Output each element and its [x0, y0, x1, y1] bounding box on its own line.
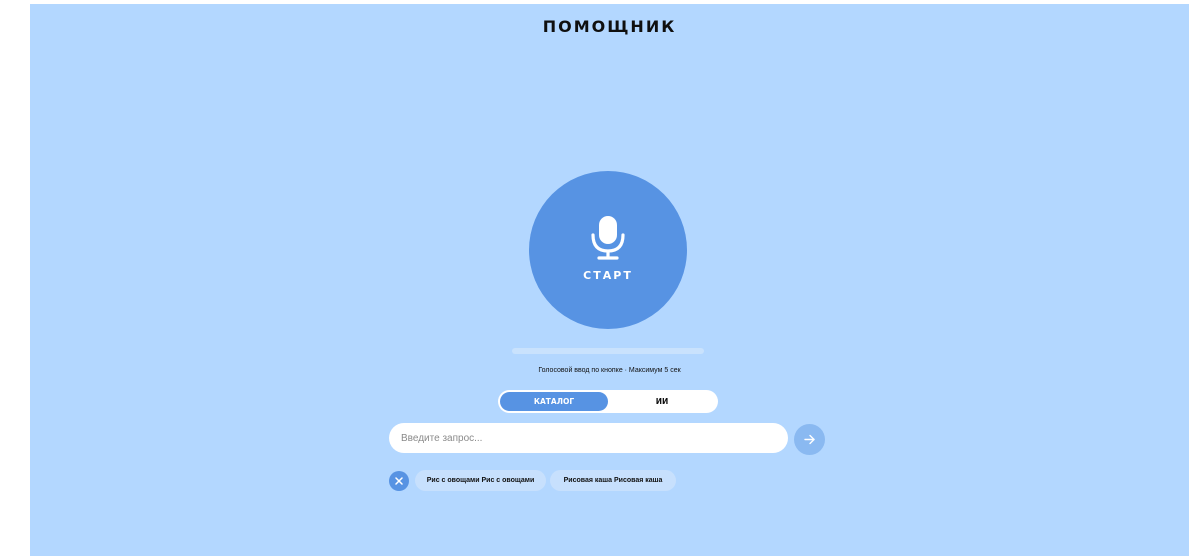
suggestion-chip[interactable]: Рис с овощами Рис с овощами	[415, 470, 546, 491]
voice-hint: Голосовой ввод по кнопке · Максимум 5 се…	[538, 367, 681, 374]
suggestion-chip[interactable]: Рисовая каша Рисовая каша	[550, 470, 676, 491]
microphone-icon	[591, 216, 625, 260]
close-icon	[395, 477, 403, 485]
arrow-right-icon	[804, 434, 815, 445]
page-title: ПОМОЩНИК	[542, 17, 677, 36]
search-input[interactable]	[389, 423, 788, 453]
send-button[interactable]	[794, 424, 825, 455]
assistant-panel: ПОМОЩНИК СТАРТ Голосовой ввод по кнопке …	[30, 4, 1189, 556]
voice-progress-bar	[512, 348, 704, 354]
voice-start-button[interactable]: СТАРТ	[529, 171, 687, 329]
tab-catalog[interactable]: КАТАЛОГ	[500, 392, 608, 411]
voice-start-label: СТАРТ	[583, 269, 633, 282]
tab-ai[interactable]: ИИ	[608, 392, 716, 411]
clear-suggestions-button[interactable]	[389, 471, 409, 491]
mode-toggle: КАТАЛОГ ИИ	[498, 390, 718, 413]
